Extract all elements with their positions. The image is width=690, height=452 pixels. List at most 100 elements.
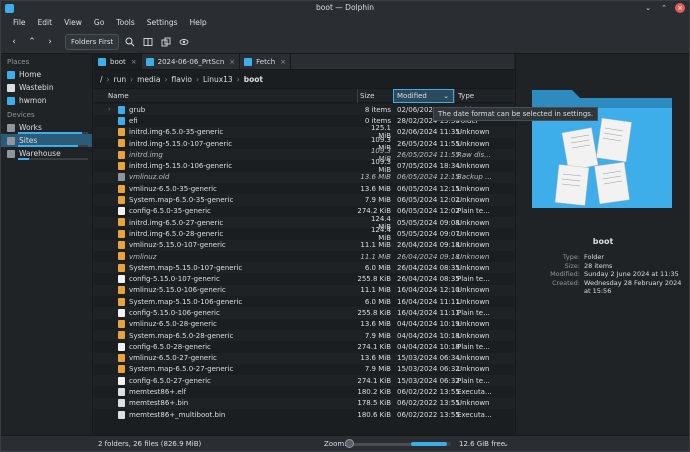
column-name[interactable]: Name <box>108 92 129 100</box>
forward-icon[interactable]: › <box>43 35 57 49</box>
crumb-root[interactable]: / <box>100 75 103 84</box>
free-space-label[interactable]: 12.6 GiB free <box>459 440 505 448</box>
places-panel: Places Home Wastebin hwmon Devices Works… <box>1 54 93 435</box>
file-modified: 26/05/2024 11:55 <box>397 150 460 159</box>
expand-chevron-icon[interactable]: › <box>108 106 110 113</box>
text-file-icon <box>118 274 125 283</box>
search-icon[interactable] <box>123 35 137 49</box>
file-row[interactable]: System.map-5.15.0-106-generic 6.0 MiB 16/0… <box>94 296 514 307</box>
file-size: 255.8 KiB <box>357 308 391 317</box>
file-row[interactable]: vmlinuz-6.5.0-27-generic 13.6 MiB 15/03/20… <box>94 352 514 364</box>
file-name: System.map-5.15.0-107-generic <box>129 263 243 272</box>
file-row[interactable]: vmlinuz-6.5.0-28-generic 13.6 MiB 04/04/20… <box>94 319 514 330</box>
file-icon <box>118 399 125 408</box>
zoom-slider-handle[interactable] <box>345 439 354 448</box>
file-row[interactable]: System.map-5.15.0-107-generic 6.0 MiB 26/0… <box>94 262 514 274</box>
file-row[interactable]: config-5.15.0-106-generic 255.8 KiB 16/04/… <box>94 307 514 319</box>
file-row[interactable]: memtest86+_multiboot.bin 180.6 KiB 06/02/2… <box>94 409 514 420</box>
device-works[interactable]: Works <box>1 121 92 134</box>
file-modified: 04/04/2024 10:18 <box>397 342 460 351</box>
crumb-flavio[interactable]: flavio <box>172 75 192 84</box>
file-icon <box>118 297 125 306</box>
menu-view[interactable]: View <box>58 18 88 27</box>
file-modified: 26/04/2024 08:35 <box>397 263 460 272</box>
place-wastebin[interactable]: Wastebin <box>1 81 92 94</box>
column-type[interactable]: Type <box>454 88 514 103</box>
tab-prtscn[interactable]: 2024-06-06_PrtScn × <box>142 54 241 69</box>
file-size: 7.9 MiB <box>364 365 391 374</box>
file-row[interactable]: vmlinuz 11.1 MiB 26/04/2024 09:18 Unknown <box>94 251 514 262</box>
menu-go[interactable]: Go <box>88 18 110 27</box>
menu-settings[interactable]: Settings <box>141 18 184 27</box>
file-name: vmlinuz <box>129 252 157 261</box>
file-row[interactable]: config-5.15.0-107-generic 255.8 KiB 26/04/… <box>94 273 514 284</box>
file-row[interactable]: initrd.img-5.15.0-106-generic 109.3 MiB 07… <box>94 158 514 174</box>
file-row[interactable]: initrd.img-6.5.0-28-generic 124.4 MiB 05/0… <box>94 226 514 242</box>
column-modified-label: Modified <box>397 91 427 100</box>
file-type: Plain te... <box>457 376 490 385</box>
minimize-icon[interactable]: ⌄ <box>643 3 653 13</box>
file-row[interactable]: vmlinuz-5.15.0-107-generic 11.1 MiB 26/04/… <box>94 239 514 251</box>
file-row[interactable]: System.map-6.5.0-27-generic 7.9 MiB 15/03/… <box>94 364 514 375</box>
info-key: Type: <box>562 253 580 261</box>
file-row[interactable]: initrd.img 109.3 MiB 26/05/2024 11:55 Raw d… <box>94 147 514 163</box>
column-size[interactable]: Size <box>357 88 393 103</box>
menu-file[interactable]: File <box>7 18 32 27</box>
place-hwmon[interactable]: hwmon <box>1 94 92 107</box>
crumb-run[interactable]: run <box>114 75 127 84</box>
file-row[interactable]: initrd.img-6.5.0-35-generic 125.1 MiB 02/0… <box>94 124 514 140</box>
menu-tools[interactable]: Tools <box>110 18 140 27</box>
device-warehouse[interactable]: Warehouse <box>1 147 92 160</box>
place-home[interactable]: Home <box>1 68 92 81</box>
info-value: Sunday 2 June 2024 at 11:35 <box>584 270 679 278</box>
status-bar: 2 folders, 26 files (826.9 MiB) Zoom: 12… <box>1 435 689 451</box>
title-bar[interactable]: boot — Dolphin ⌄ ⌃ × <box>1 1 689 15</box>
file-row[interactable]: config-6.5.0-28-generic 274.1 KiB 04/04/20… <box>94 341 514 352</box>
file-icon <box>118 387 125 396</box>
close-tab-icon[interactable]: × <box>280 58 286 66</box>
folders-first-button[interactable]: Folders First <box>65 33 120 50</box>
split-view-icon[interactable] <box>141 35 155 49</box>
close-tab-icon[interactable]: × <box>229 58 235 66</box>
menu-edit[interactable]: Edit <box>32 18 59 27</box>
close-icon[interactable]: × <box>675 3 685 13</box>
file-row[interactable]: vmlinuz-5.15.0-106-generic 11.1 MiB 16/04/… <box>94 284 514 297</box>
preview-eye-icon[interactable] <box>177 35 191 49</box>
file-row[interactable]: config-6.5.0-35-generic 274.2 KiB 06/05/20… <box>94 206 514 217</box>
close-tab-icon[interactable]: × <box>131 58 137 66</box>
tab-boot[interactable]: boot × <box>94 54 142 69</box>
status-summary: 2 folders, 26 files (826.9 MiB) <box>98 439 202 448</box>
file-name: vmlinuz-5.15.0-106-generic <box>129 286 226 295</box>
file-row[interactable]: memtest86+.elf 180.2 KiB 06/02/2022 13:55 E… <box>94 386 514 397</box>
file-row[interactable]: memtest86+.bin 178.5 KiB 06/02/2022 13:55 U… <box>94 397 514 410</box>
file-row[interactable]: System.map-6.5.0-35-generic 7.9 MiB 06/05/… <box>94 194 514 206</box>
date-format-tooltip: The date format can be selected in setti… <box>433 107 599 121</box>
device-sites[interactable]: Sites <box>1 134 92 147</box>
file-size: 180.6 KiB <box>357 410 391 419</box>
file-name: initrd.img-6.5.0-28-generic <box>129 229 224 238</box>
file-row[interactable]: vmlinuz.old 13.6 MiB 06/05/2024 12:15 Backu… <box>94 171 514 184</box>
places-heading: Places <box>7 58 30 66</box>
back-icon[interactable]: ‹ <box>7 35 21 49</box>
crumb-boot[interactable]: boot <box>244 75 263 84</box>
file-list: ›grub8 items02/06/2024 11:35Folderefi0 i… <box>94 104 514 420</box>
file-row[interactable]: config-6.5.0-27-generic 274.1 KiB 15/03/20… <box>94 375 514 387</box>
copy-location-icon[interactable] <box>159 35 173 49</box>
file-icon <box>118 184 125 193</box>
crumb-linux13[interactable]: Linux13 <box>203 75 233 84</box>
file-row[interactable]: initrd.img-5.15.0-107-generic 109.3 MiB 26… <box>94 136 514 152</box>
maximize-icon[interactable]: ⌃ <box>659 3 669 13</box>
tab-fetch[interactable]: Fetch × <box>240 54 292 69</box>
window-controls: ⌄ ⌃ × <box>643 3 685 13</box>
menu-help[interactable]: Help <box>184 18 213 27</box>
file-icon <box>118 320 125 329</box>
chevron-down-icon[interactable]: ⌄ <box>503 440 509 448</box>
crumb-media[interactable]: media <box>137 75 160 84</box>
up-icon[interactable]: ⌃ <box>25 35 39 49</box>
file-size: 13.6 MiB <box>360 354 391 363</box>
file-row[interactable]: System.map-6.5.0-28-generic 7.9 MiB 04/04/… <box>94 329 514 342</box>
file-row[interactable]: initrd.img-6.5.0-27-generic 124.4 MiB 05/0… <box>94 215 514 231</box>
file-row[interactable]: vmlinuz-6.5.0-35-generic 13.6 MiB 06/05/20… <box>94 183 514 194</box>
column-modified[interactable]: Modified ⌄ <box>393 88 454 103</box>
zoom-label: Zoom: <box>324 439 347 448</box>
